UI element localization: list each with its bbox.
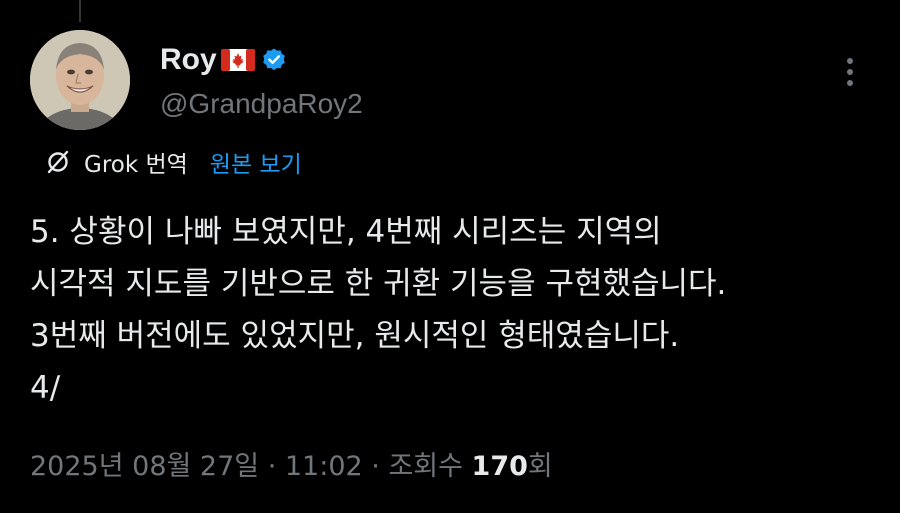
author-info: Roy @GrandpaRoy2 [160,40,363,122]
tweet-text: 5. 상황이 나빠 보였지만, 4번째 시리즈는 지역의 시각적 지도를 기반으… [30,206,880,414]
view-original-link[interactable]: 원본 보기 [210,145,302,179]
translation-label: Grok 번역 [84,152,188,178]
meta-separator: · [362,451,389,482]
tweet-text-line: 시각적 지도를 기반으로 한 귀환 기능을 구현했습니다. [30,266,727,302]
author-display-name[interactable]: Roy [160,40,217,80]
author-handle[interactable]: @GrandpaRoy2 [160,86,363,122]
more-options-dot [847,69,853,75]
author-name-row: Roy [160,40,363,80]
translation-bar: Grok 번역 원본 보기 [44,142,302,182]
tweet-metadata: 2025년 08월 27일 · 11:02 · 조회수 170회 [30,444,553,483]
thread-connector-line [79,0,81,22]
grok-icon [47,150,69,174]
avatar[interactable] [30,30,130,130]
avatar-image [30,30,130,130]
tweet-time[interactable]: 11:02 [285,451,363,482]
more-options-dot [847,80,853,86]
more-options-button[interactable] [836,52,864,92]
tweet-date[interactable]: 2025년 08월 27일 [30,451,259,482]
verified-badge-icon[interactable] [261,47,287,73]
meta-separator: · [259,451,285,482]
tweet-text-line: 5. 상황이 나빠 보였지만, 4번째 시리즈는 지역의 [30,214,662,250]
tweet-text-line: 3번째 버전에도 있었지만, 원시적인 형태였습니다. [30,318,680,354]
views-count[interactable]: 170 [472,451,528,482]
views-suffix: 회 [527,451,553,482]
views-label: 조회수 [388,451,472,482]
tweet-text-line: 4/ [30,370,61,406]
canada-flag-icon [220,49,255,71]
more-options-dot [847,58,853,64]
